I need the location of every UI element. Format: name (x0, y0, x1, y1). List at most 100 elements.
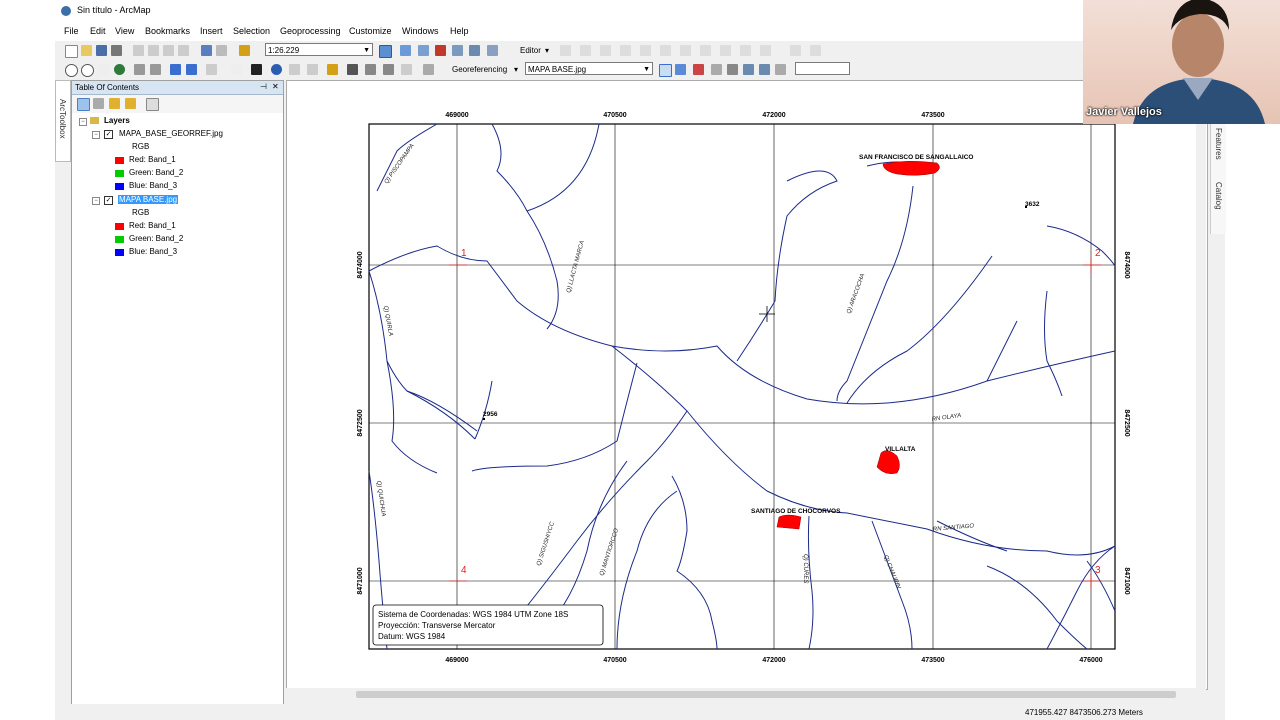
map-horizontal-scrollbar[interactable] (286, 688, 1206, 702)
add-control-points-icon[interactable] (659, 64, 672, 77)
editor-menu[interactable]: Editor (520, 46, 541, 55)
editor-dropdown-icon[interactable]: ▾ (545, 46, 549, 55)
paste-icon[interactable] (163, 45, 174, 56)
back-extent-icon[interactable] (170, 64, 181, 75)
html-popup-icon[interactable] (307, 64, 318, 75)
trace-icon[interactable] (640, 45, 651, 56)
topology-icon[interactable] (790, 45, 801, 56)
menu-windows[interactable]: Windows (402, 26, 439, 36)
close-icon[interactable]: ✕ (272, 82, 279, 91)
model-builder-icon[interactable] (487, 45, 498, 56)
auto-registration-icon[interactable] (675, 64, 686, 75)
arc-segment-icon[interactable] (620, 45, 631, 56)
hyperlink-icon[interactable] (289, 64, 300, 75)
link-table-icon[interactable] (759, 64, 770, 75)
zoom-in-icon[interactable] (65, 64, 78, 77)
new-document-icon[interactable] (65, 45, 78, 58)
menu-geoprocessing[interactable]: Geoprocessing (280, 26, 341, 36)
arctoolbox-icon[interactable] (452, 45, 463, 56)
georef-value-field[interactable] (795, 62, 850, 75)
split-icon[interactable] (680, 45, 691, 56)
georeferencing-menu[interactable]: Georeferencing (452, 65, 507, 74)
menu-insert[interactable]: Insert (200, 26, 223, 36)
select-link-icon[interactable] (693, 64, 704, 75)
attributes-icon[interactable] (720, 45, 731, 56)
toc-window-icon[interactable] (400, 45, 411, 56)
copy-icon[interactable] (148, 45, 159, 56)
map-canvas[interactable]: 469000 470500 472000 473500 4 469000 470… (287, 81, 1207, 689)
delete-link-icon[interactable] (727, 64, 738, 75)
viewer-window-icon[interactable] (423, 64, 434, 75)
georef-layer-combo[interactable]: MAPA BASE.jpg ▼ (525, 62, 653, 75)
select-elements-icon[interactable] (251, 64, 262, 75)
forward-extent-icon[interactable] (186, 64, 197, 75)
list-by-source-icon[interactable] (93, 98, 104, 109)
features-tab[interactable]: Features (1214, 128, 1223, 160)
search-window-icon[interactable] (435, 45, 446, 56)
measure-icon[interactable] (327, 64, 338, 75)
collapse-icon[interactable]: − (92, 197, 100, 205)
select-features-icon[interactable] (206, 64, 217, 75)
undo-icon[interactable] (201, 45, 212, 56)
python-icon[interactable] (469, 45, 480, 56)
print-icon[interactable] (111, 45, 122, 56)
find-icon[interactable] (347, 64, 358, 75)
menu-customize[interactable]: Customize (349, 26, 392, 36)
zoom-out-icon[interactable] (81, 64, 94, 77)
layer-visibility-checkbox[interactable]: ✓ (104, 196, 113, 205)
sketch-tool-icon[interactable] (580, 45, 591, 56)
list-by-drawing-order-icon[interactable] (77, 98, 90, 111)
menu-edit[interactable]: Edit (90, 26, 106, 36)
menu-bookmarks[interactable]: Bookmarks (145, 26, 190, 36)
list-by-selection-icon[interactable] (125, 98, 136, 109)
add-data-icon[interactable] (239, 45, 250, 56)
zoom-to-selected-link-icon[interactable] (711, 64, 722, 75)
river-label: Q) CURES (802, 554, 808, 583)
layer-name-selected[interactable]: MAPA BASE.jpg (118, 195, 179, 204)
catalog-window-icon[interactable] (418, 45, 429, 56)
delete-icon[interactable] (178, 45, 189, 56)
catalog-tab[interactable]: Catalog (1214, 182, 1223, 210)
scrollbar-thumb[interactable] (356, 691, 1176, 698)
pin-icon[interactable]: ⊣ (260, 82, 267, 91)
layer-visibility-checkbox[interactable]: ✓ (104, 130, 113, 139)
snapping-icon[interactable] (810, 45, 821, 56)
viewer-icon[interactable] (743, 64, 754, 75)
straight-segment-icon[interactable] (600, 45, 611, 56)
list-by-visibility-icon[interactable] (109, 98, 120, 109)
arctoolbox-tab[interactable]: ArcToolbox (55, 80, 71, 162)
collapse-icon[interactable]: − (79, 118, 87, 126)
reshape-icon[interactable] (660, 45, 671, 56)
save-icon[interactable] (96, 45, 107, 56)
redo-icon[interactable] (216, 45, 227, 56)
cut-icon[interactable] (133, 45, 144, 56)
editor-toolbar-icon[interactable] (379, 45, 392, 58)
layers-root-label[interactable]: Layers (104, 116, 130, 125)
clear-selection-icon[interactable] (231, 64, 242, 75)
menu-file[interactable]: File (64, 26, 79, 36)
collapse-icon[interactable]: − (92, 131, 100, 139)
open-icon[interactable] (81, 45, 92, 56)
toc-options-icon[interactable] (146, 98, 159, 111)
create-features-icon[interactable] (760, 45, 771, 56)
find-route-icon[interactable] (365, 64, 376, 75)
scale-combo[interactable]: 1:26.229 ▼ (265, 43, 373, 56)
time-slider-icon[interactable] (401, 64, 412, 75)
fixed-zoom-in-icon[interactable] (134, 64, 145, 75)
full-extent-icon[interactable] (114, 64, 125, 75)
menu-selection[interactable]: Selection (233, 26, 270, 36)
pan-icon[interactable] (98, 64, 109, 75)
sketch-properties-icon[interactable] (740, 45, 751, 56)
edit-tool-icon[interactable] (560, 45, 571, 56)
layer-name[interactable]: MAPA_BASE_GEORREF.jpg (119, 129, 223, 138)
identify-icon[interactable] (271, 64, 282, 75)
menu-view[interactable]: View (115, 26, 134, 36)
go-to-xy-icon[interactable] (383, 64, 394, 75)
fixed-zoom-out-icon[interactable] (150, 64, 161, 75)
rotate-raster-icon[interactable] (775, 64, 786, 75)
map-display[interactable]: 469000 470500 472000 473500 4 469000 470… (286, 80, 1208, 690)
georef-dropdown-icon[interactable]: ▾ (514, 65, 518, 74)
menu-help[interactable]: Help (450, 26, 469, 36)
rotate-icon[interactable] (700, 45, 711, 56)
map-vertical-scrollbar[interactable] (1196, 80, 1206, 688)
